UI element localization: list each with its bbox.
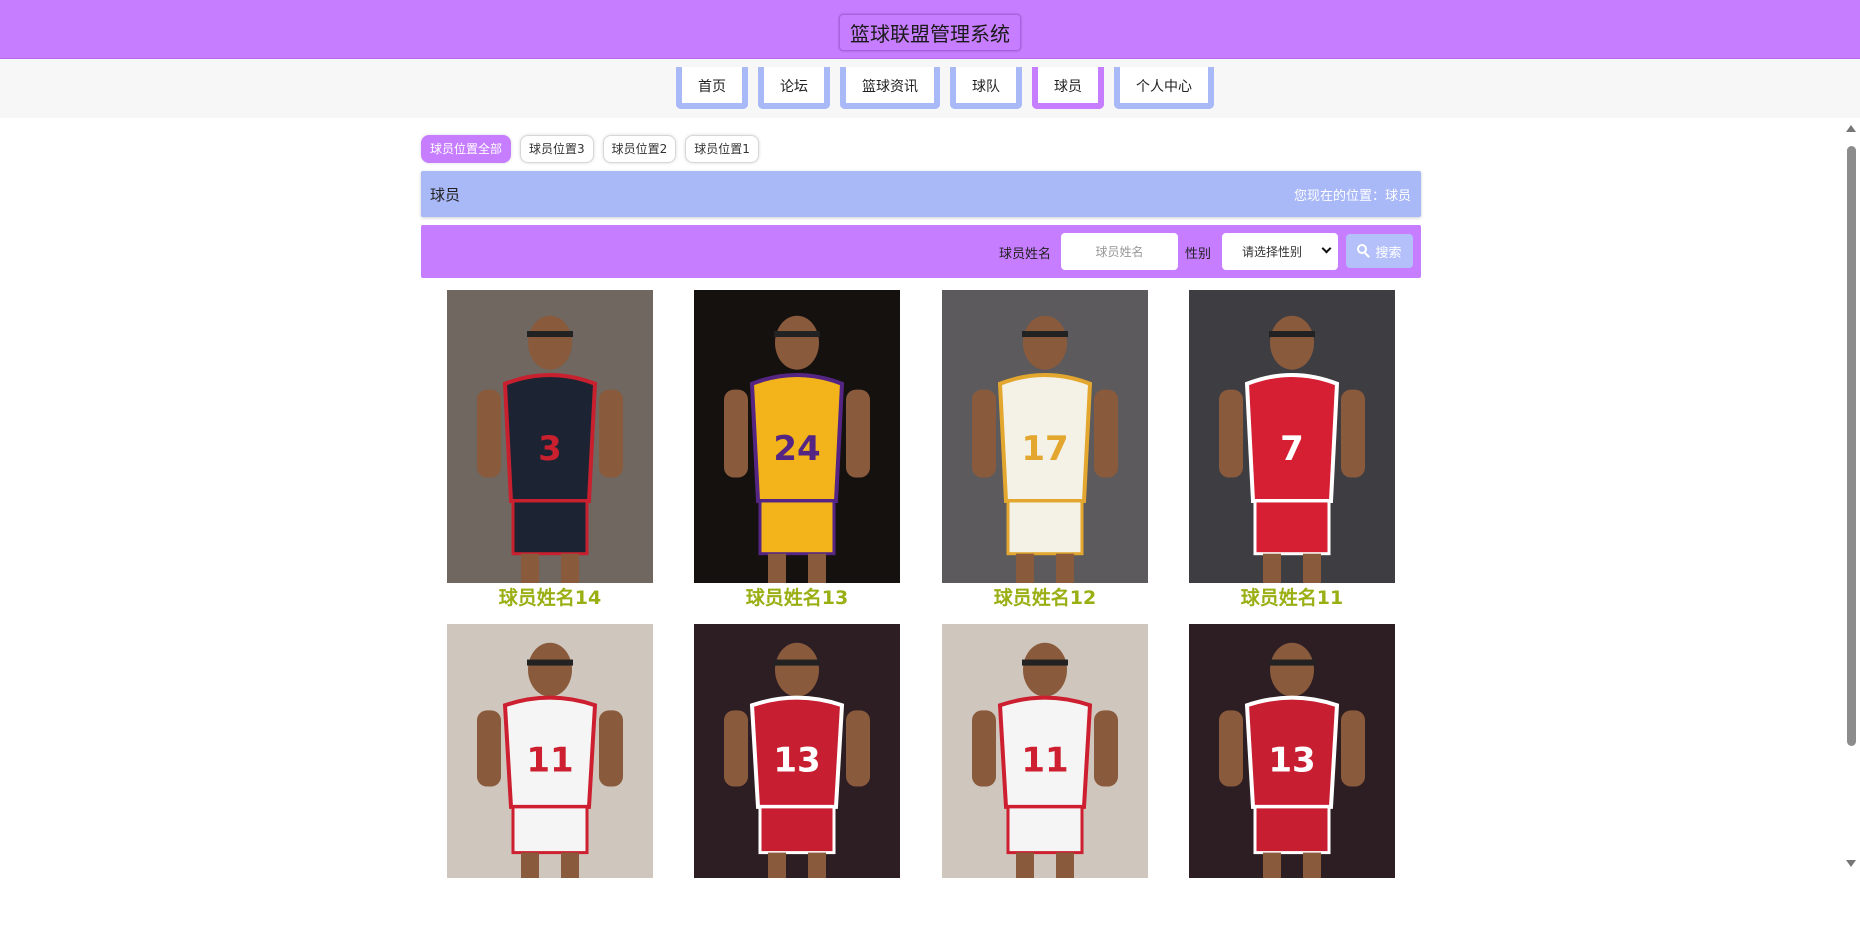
player-photo[interactable]: 7: [1189, 290, 1395, 583]
search-button[interactable]: 搜索: [1346, 234, 1413, 268]
nav-forum[interactable]: 论坛: [758, 67, 830, 109]
search-button-label: 搜索: [1375, 245, 1402, 261]
gender-select[interactable]: 请选择性别: [1222, 233, 1338, 270]
nav-teams[interactable]: 球队: [950, 67, 1022, 109]
player-card[interactable]: 17 球员姓名12: [942, 290, 1148, 613]
svg-text:17: 17: [1021, 429, 1068, 469]
filter-tab-position-3[interactable]: 球员位置3: [520, 135, 594, 163]
breadcrumb: 您现在的位置：球员: [1293, 189, 1411, 204]
location-bar: 球员 您现在的位置：球员: [421, 171, 1421, 217]
player-card[interactable]: 24 球员姓名13: [694, 290, 900, 613]
filter-tab-position-2[interactable]: 球员位置2: [602, 135, 677, 163]
search-icon: [1357, 244, 1371, 258]
player-photo[interactable]: 11: [447, 624, 653, 878]
svg-text:13: 13: [773, 740, 820, 780]
player-card[interactable]: 11: [447, 624, 653, 878]
chevron-down-icon: [1321, 243, 1332, 254]
player-name[interactable]: 球员姓名11: [1189, 583, 1395, 613]
section-title: 球员: [430, 186, 461, 204]
player-card[interactable]: 11: [942, 624, 1148, 878]
player-photo[interactable]: 24: [694, 290, 900, 583]
player-name[interactable]: 球员姓名13: [694, 583, 900, 613]
player-photo[interactable]: 3: [447, 290, 653, 583]
site-title: 篮球联盟管理系统: [839, 14, 1021, 51]
svg-text:11: 11: [526, 740, 573, 780]
position-filter-tabs: 球员位置全部 球员位置3 球员位置2 球员位置1: [421, 135, 759, 163]
player-card[interactable]: 13: [1189, 624, 1395, 878]
player-name[interactable]: 球员姓名14: [447, 583, 653, 613]
filter-tab-all[interactable]: 球员位置全部: [421, 135, 512, 163]
player-name-label: 球员姓名: [999, 247, 1052, 262]
player-photo[interactable]: 13: [694, 624, 900, 878]
main-nav: 首页 论坛 篮球资讯 球队 球员 个人中心: [0, 59, 1860, 118]
svg-text:13: 13: [1268, 740, 1315, 780]
svg-text:3: 3: [538, 429, 562, 469]
nav-players[interactable]: 球员: [1032, 67, 1104, 109]
player-photo[interactable]: 13: [1189, 624, 1395, 878]
player-card[interactable]: 13: [694, 624, 900, 878]
scroll-up-arrow-icon[interactable]: [1846, 125, 1856, 132]
site-header: 篮球联盟管理系统: [0, 0, 1860, 59]
nav-home[interactable]: 首页: [676, 67, 748, 109]
filter-tab-position-1[interactable]: 球员位置1: [685, 135, 759, 163]
svg-text:11: 11: [1021, 740, 1068, 780]
player-name[interactable]: 球员姓名12: [942, 583, 1148, 613]
player-card[interactable]: 3 球员姓名14: [447, 290, 653, 613]
player-photo[interactable]: 17: [942, 290, 1148, 583]
search-bar: 球员姓名 性别 请选择性别 搜索: [421, 225, 1421, 278]
player-photo[interactable]: 11: [942, 624, 1148, 878]
nav-profile[interactable]: 个人中心: [1114, 67, 1214, 109]
gender-label: 性别: [1185, 247, 1212, 262]
scrollbar-thumb[interactable]: [1847, 146, 1856, 746]
nav-news[interactable]: 篮球资讯: [840, 67, 940, 109]
gender-select-value: 请选择性别: [1242, 245, 1303, 259]
svg-text:24: 24: [773, 429, 820, 469]
svg-text:7: 7: [1280, 429, 1304, 469]
scroll-down-arrow-icon[interactable]: [1846, 860, 1856, 867]
player-name-input[interactable]: [1061, 233, 1178, 270]
nav-list: 首页 论坛 篮球资讯 球队 球员 个人中心: [676, 67, 1214, 109]
player-card[interactable]: 7 球员姓名11: [1189, 290, 1395, 613]
